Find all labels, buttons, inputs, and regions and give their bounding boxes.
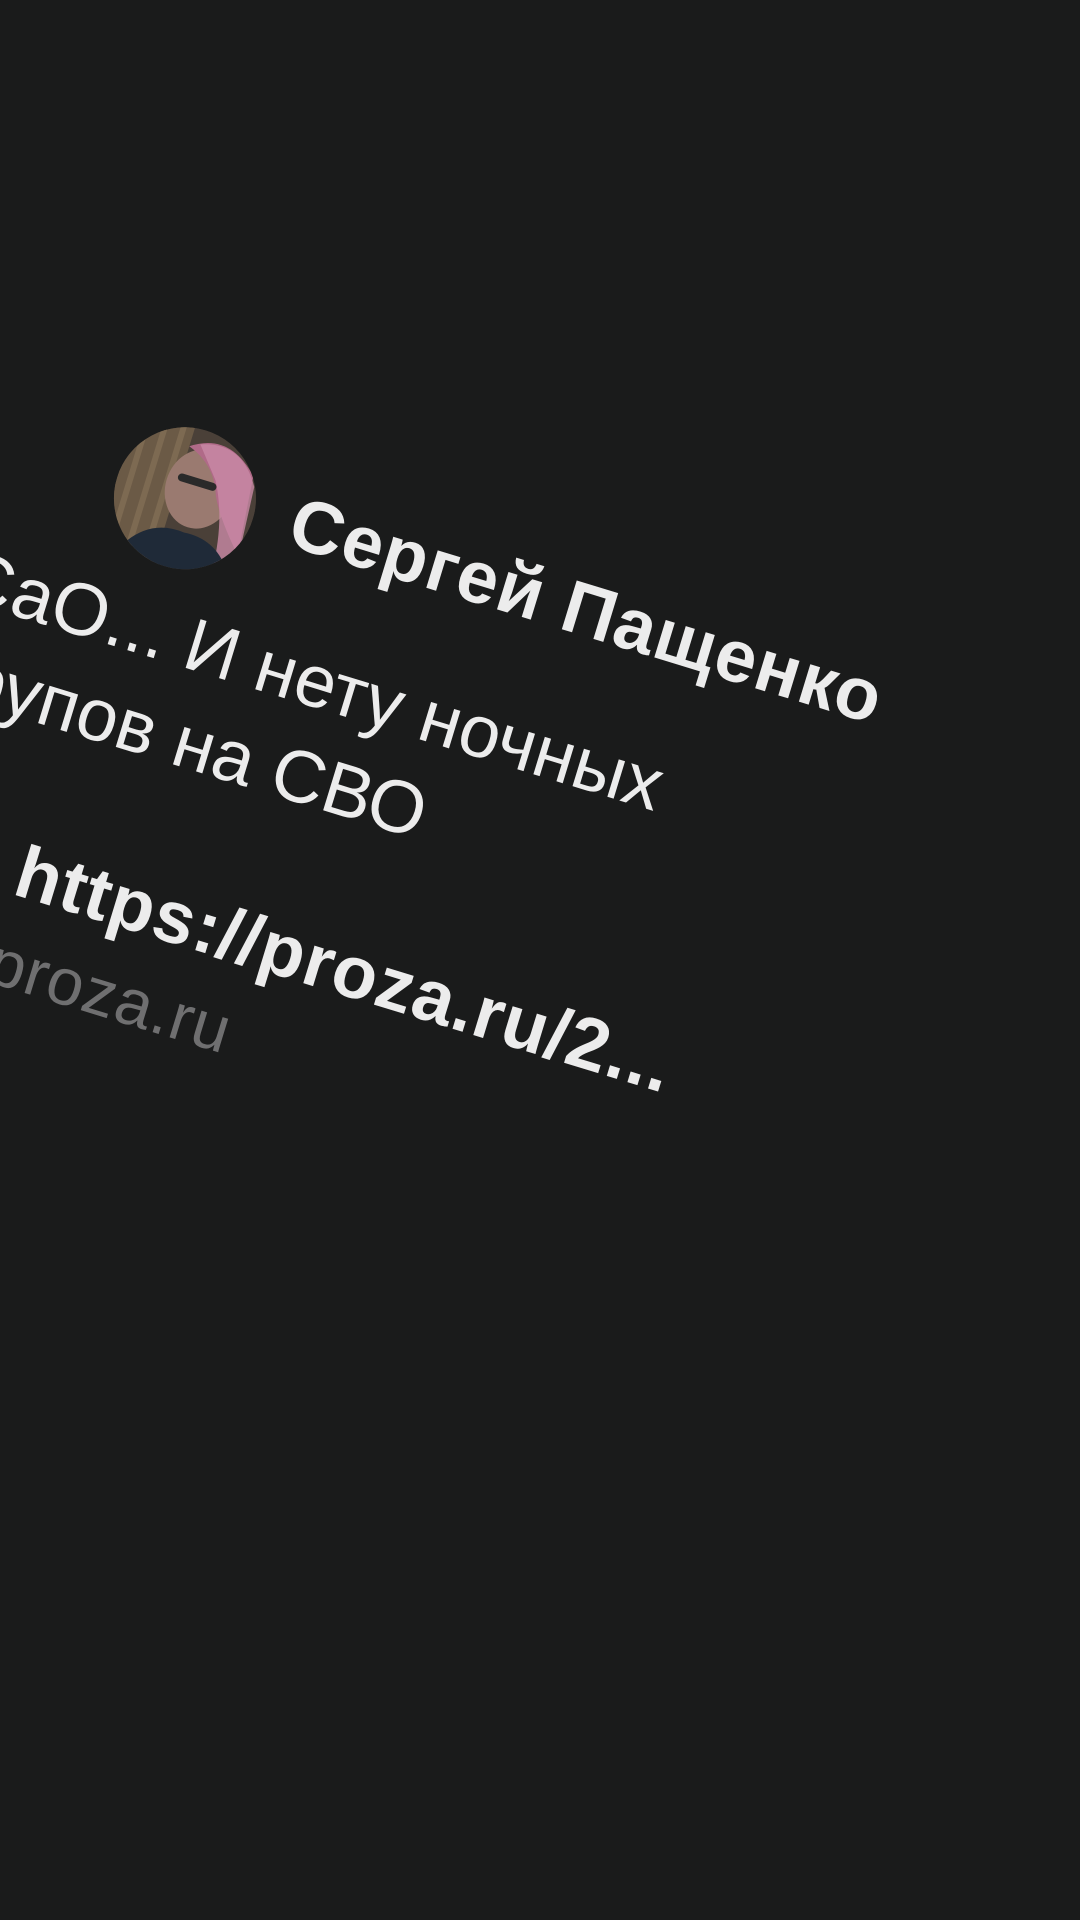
message-card: Сергей Пащенко СаО... И нету ночных труп…	[0, 395, 1008, 1402]
screen: Сергей Пащенко СаО... И нету ночных труп…	[0, 0, 1080, 1920]
avatar[interactable]	[96, 409, 274, 587]
avatar-photo	[96, 409, 274, 587]
